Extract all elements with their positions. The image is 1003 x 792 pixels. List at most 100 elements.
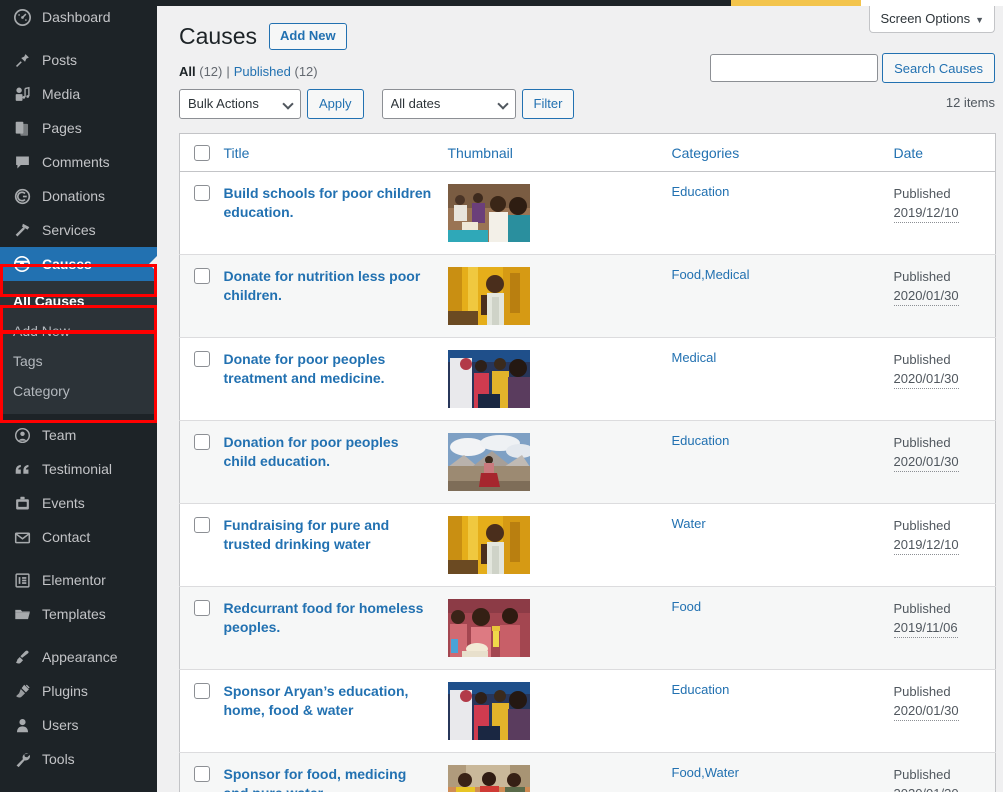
loading-progress-fill (731, 0, 861, 6)
sidebar-item-media[interactable]: Media (0, 77, 157, 111)
hammer-icon (11, 220, 33, 240)
table-row: Sponsor for food, medicing and pure wate… (179, 752, 996, 792)
row-thumbnail-cell (447, 420, 672, 504)
row-date-value-wrap: 2019/12/10 (893, 203, 996, 224)
sidebar-label: Users (42, 717, 79, 733)
row-thumbnail-cell (447, 586, 672, 670)
row-category-link[interactable]: Food,Medical (672, 267, 750, 282)
row-title-link[interactable]: Build schools for poor children educatio… (224, 184, 448, 222)
row-status-label: Published (893, 518, 951, 534)
filter-link-published[interactable]: Published (234, 64, 291, 79)
row-category-link[interactable]: Education (672, 682, 730, 697)
sidebar-item-contact[interactable]: Contact (0, 520, 157, 554)
row-title-cell: Sponsor for food, medicing and pure wate… (223, 752, 448, 792)
row-date-cell: Published 2019/12/10 (893, 172, 996, 255)
sidebar-item-users[interactable]: Users (0, 708, 157, 742)
row-title-link[interactable]: Fundraising for pure and trusted drinkin… (224, 516, 448, 554)
sidebar-item-elementor[interactable]: Elementor (0, 563, 157, 597)
row-checkbox[interactable] (194, 350, 210, 367)
row-checkbox[interactable] (194, 599, 210, 616)
row-category-link[interactable]: Education (672, 433, 730, 448)
row-date-value: 2019/12/10 (893, 535, 959, 556)
row-thumbnail-cell (447, 752, 672, 792)
column-header-date[interactable]: Date (893, 133, 996, 173)
row-checkbox[interactable] (194, 765, 210, 782)
sidebar-item-donations[interactable]: Donations (0, 179, 157, 213)
row-title-link[interactable]: Sponsor for food, medicing and pure wate… (224, 765, 448, 792)
row-select-cell (179, 586, 224, 670)
row-status-label: Published (893, 767, 951, 783)
sidebar-item-tools[interactable]: Tools (0, 742, 157, 776)
row-category-link[interactable]: Education (672, 184, 730, 199)
row-title-link[interactable]: Donate for nutrition less poor children. (224, 267, 448, 305)
table-row: Sponsor Aryan’s education, home, food & … (179, 669, 996, 753)
comment-icon (11, 152, 33, 172)
row-checkbox[interactable] (194, 267, 210, 284)
row-date-value-wrap: 2020/01/30 (893, 452, 996, 473)
sidebar-item-services[interactable]: Services (0, 213, 157, 247)
sidebar-divider (0, 631, 157, 640)
select-all-checkbox[interactable] (194, 145, 210, 162)
sidebar-item-causes[interactable]: Causes (0, 247, 157, 281)
row-checkbox[interactable] (194, 433, 210, 450)
filter-count-published: (12) (294, 63, 318, 79)
dates-filter-wrapper: All dates (381, 88, 516, 119)
filter-button[interactable]: Filter (521, 88, 575, 119)
row-category-link[interactable]: Food,Water (672, 765, 739, 780)
search-input[interactable] (710, 54, 879, 82)
row-thumbnail-image (447, 433, 530, 492)
row-checkbox[interactable] (194, 184, 210, 201)
column-header-categories: Categories (671, 133, 894, 173)
dates-filter-select[interactable]: All dates (381, 88, 516, 119)
sidebar-item-plugins[interactable]: Plugins (0, 674, 157, 708)
row-title-cell: Sponsor Aryan’s education, home, food & … (223, 669, 448, 753)
row-date-cell: Published2020/01/30 (893, 337, 996, 421)
row-thumbnail-image (447, 599, 530, 658)
row-categories-cell: Water (671, 503, 894, 587)
sidebar-label: Contact (42, 529, 91, 545)
sidebar-item-team[interactable]: Team (0, 418, 157, 452)
causes-submenu: All Causes Add New Tags Category (0, 281, 157, 414)
row-date-value: 2020/01/30 (893, 452, 959, 473)
sidebar-item-posts[interactable]: Posts (0, 43, 157, 77)
sidebar-item-events[interactable]: Events (0, 486, 157, 520)
sidebar-item-testimonial[interactable]: Testimonial (0, 452, 157, 486)
filter-link-all[interactable]: All (179, 64, 196, 79)
screen-options-tab[interactable]: Screen Options ▼ (869, 6, 995, 33)
row-status-label: Published (893, 684, 951, 700)
submenu-item-category[interactable]: Category (0, 376, 157, 406)
row-category-link[interactable]: Food (672, 599, 702, 614)
row-checkbox[interactable] (194, 682, 210, 699)
column-header-title[interactable]: Title (223, 133, 448, 173)
row-status-label: Published (893, 269, 951, 285)
row-date-value: 2019/11/06 (893, 618, 958, 639)
submenu-item-add-new[interactable]: Add New (0, 316, 157, 346)
add-new-button[interactable]: Add New (268, 23, 347, 51)
sidebar-item-appearance[interactable]: Appearance (0, 640, 157, 674)
row-category-link[interactable]: Medical (672, 350, 717, 365)
quote-icon (11, 459, 33, 479)
bulk-actions-select[interactable]: Bulk Actions (179, 88, 301, 119)
row-thumbnail-cell (447, 337, 672, 421)
apply-button[interactable]: Apply (307, 88, 364, 119)
row-title-link[interactable]: Donate for poor peoples treatment and me… (224, 350, 448, 388)
row-thumbnail-cell (447, 669, 672, 753)
row-title-link[interactable]: Sponsor Aryan’s education, home, food & … (224, 682, 448, 720)
sidebar-item-comments[interactable]: Comments (0, 145, 157, 179)
submenu-item-all-causes[interactable]: All Causes (0, 286, 157, 316)
sidebar-item-pages[interactable]: Pages (0, 111, 157, 145)
row-categories-cell: Medical (671, 337, 894, 421)
submenu-item-tags[interactable]: Tags (0, 346, 157, 376)
browser-loading-bar (0, 0, 1003, 6)
row-date-value: 2019/12/10 (893, 203, 959, 224)
row-category-link[interactable]: Water (672, 516, 706, 531)
row-select-cell (179, 503, 224, 587)
row-title-link[interactable]: Donation for poor peoples child educatio… (224, 433, 448, 471)
sidebar-label: Testimonial (42, 461, 113, 477)
sidebar-item-templates[interactable]: Templates (0, 597, 157, 631)
row-title-link[interactable]: Redcurrant food for homeless peoples. (224, 599, 448, 637)
row-checkbox[interactable] (194, 516, 210, 533)
sidebar-label: Templates (42, 606, 106, 622)
sidebar-label: Donations (42, 188, 106, 204)
row-thumbnail-cell (447, 254, 672, 338)
